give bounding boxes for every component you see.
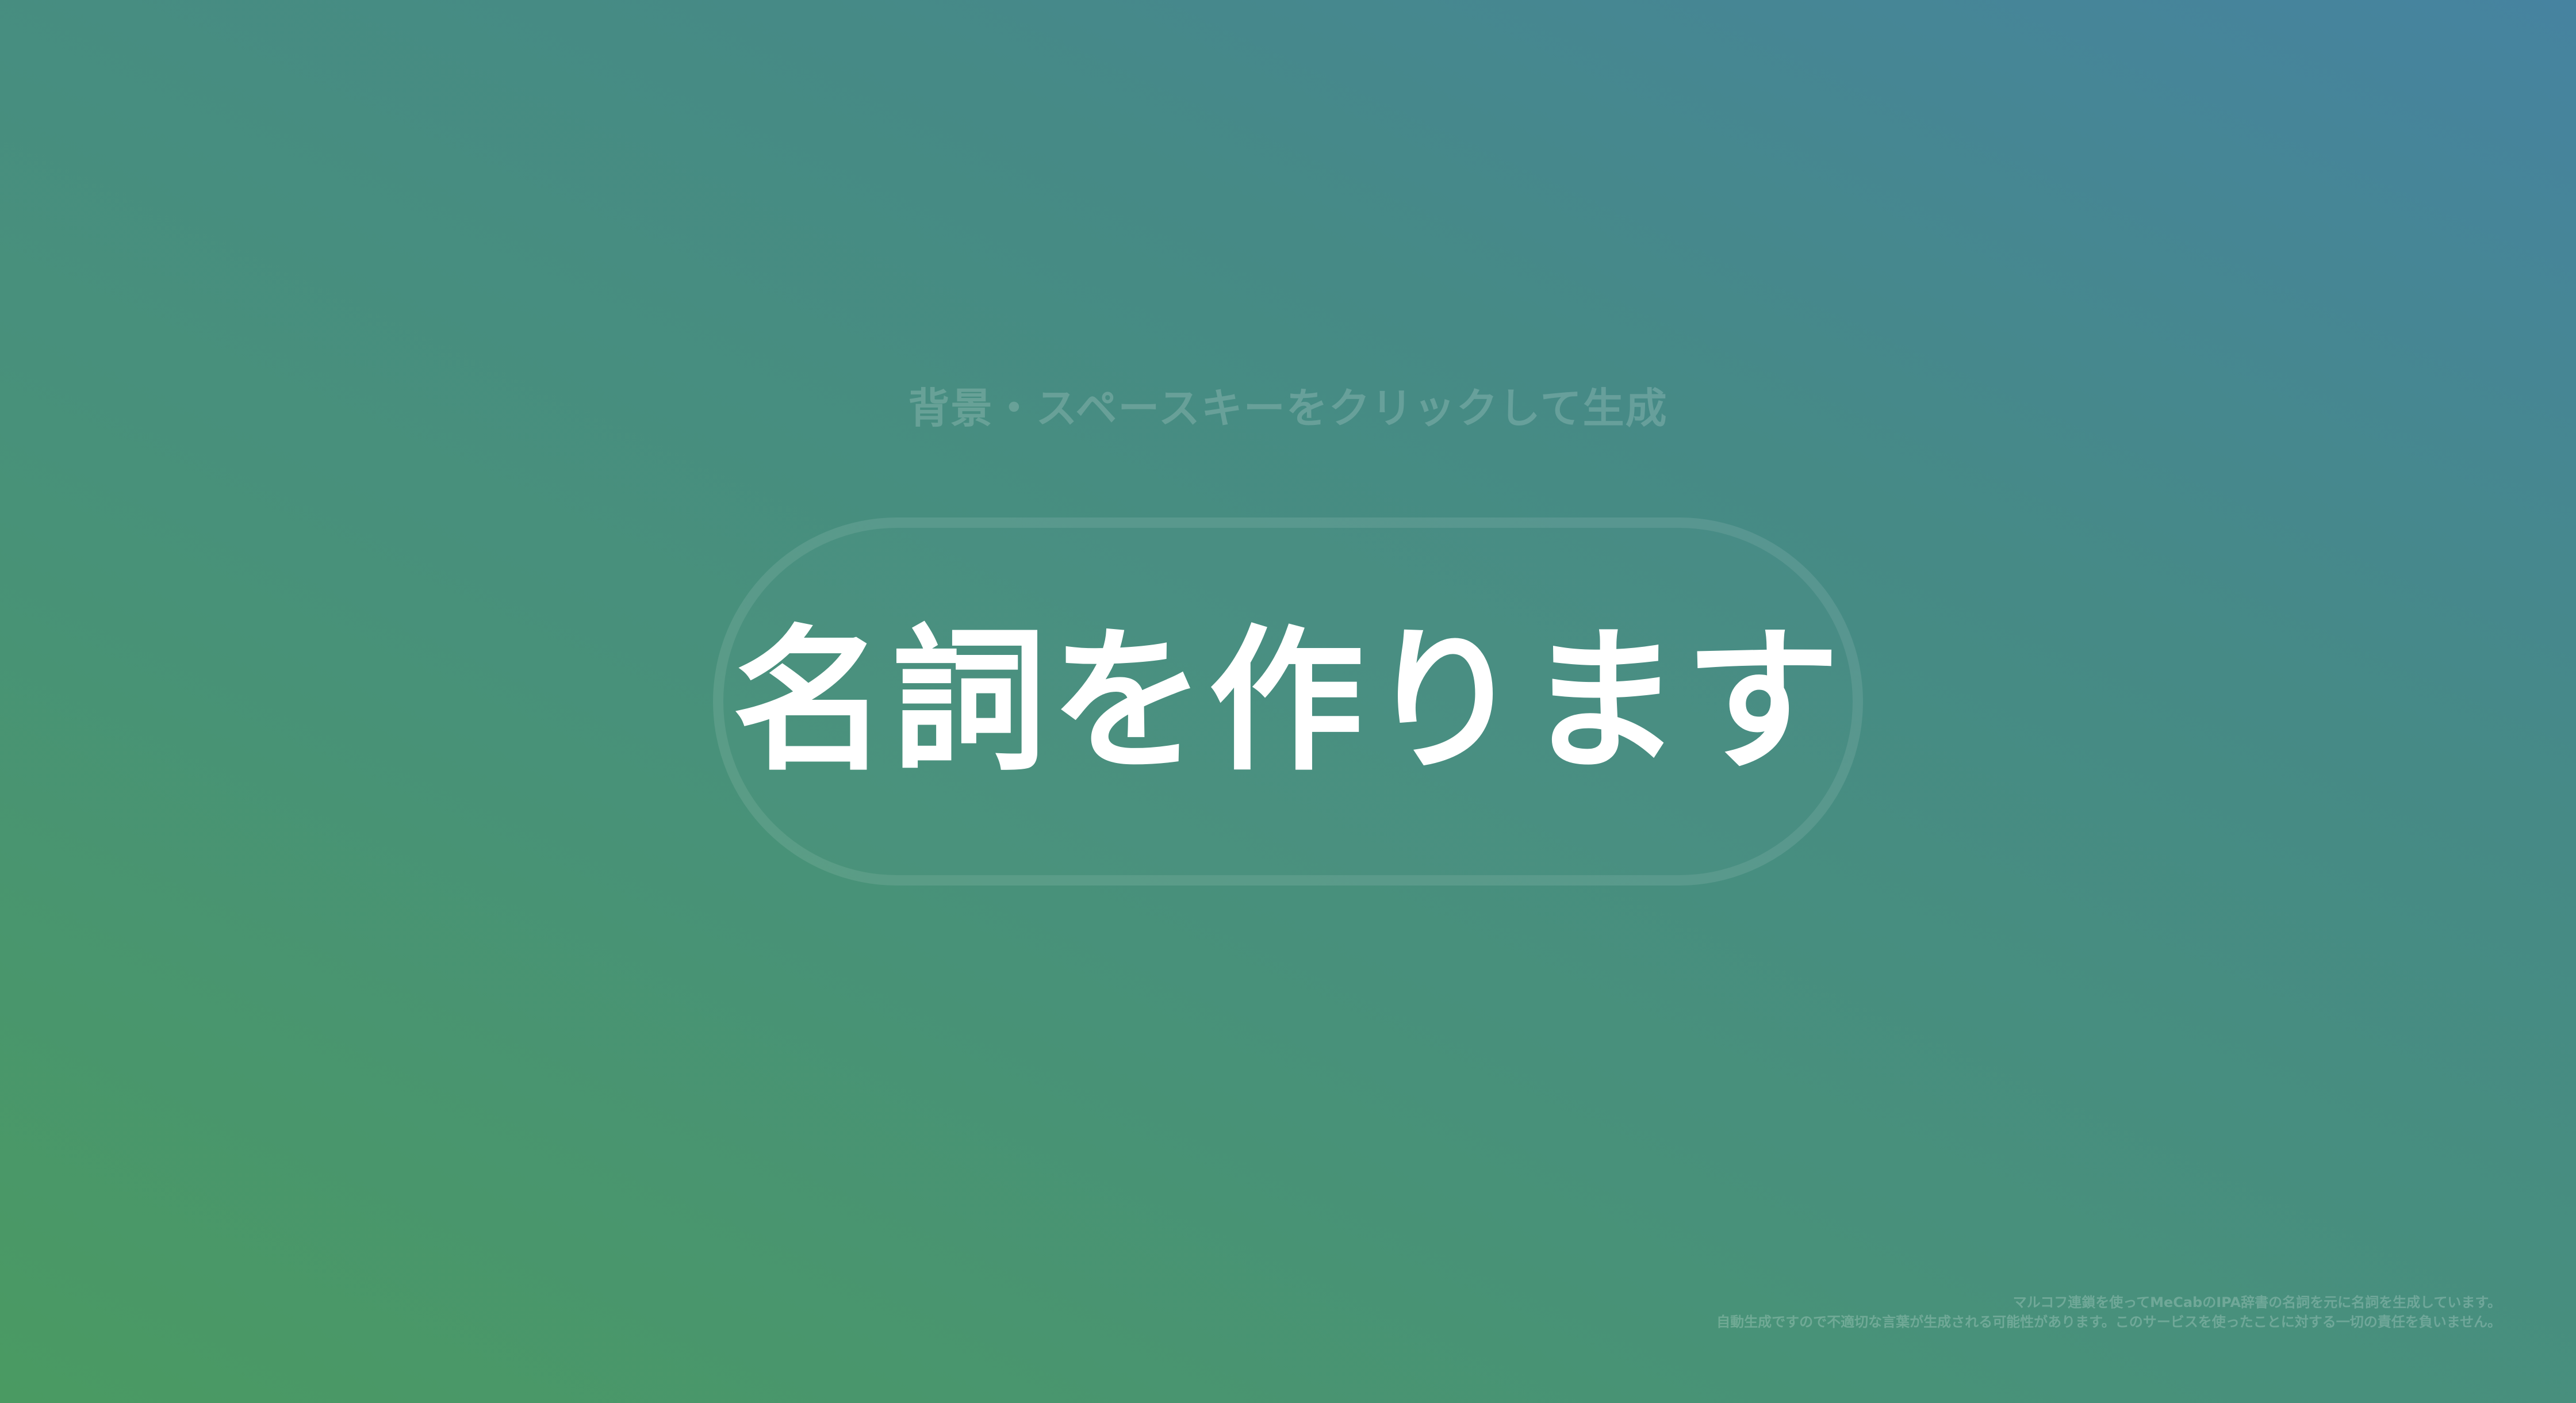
disclaimer: マルコフ連鎖を使ってMeCabのIPA辞書の名詞を元に名詞を生成しています。 自… bbox=[1716, 1293, 2501, 1332]
generated-word: 名詞を作ります bbox=[733, 611, 1843, 792]
generated-word-button[interactable]: 名詞を作ります bbox=[713, 518, 1863, 885]
generate-hint: 背景・スペースキーをクリックして生成 bbox=[908, 384, 1668, 432]
disclaimer-line-1: マルコフ連鎖を使ってMeCabのIPA辞書の名詞を元に名詞を生成しています。 bbox=[2012, 1294, 2501, 1310]
disclaimer-line-2: 自動生成ですので不適切な言葉が生成される可能性があります。このサービスを使ったこ… bbox=[1716, 1314, 2501, 1330]
